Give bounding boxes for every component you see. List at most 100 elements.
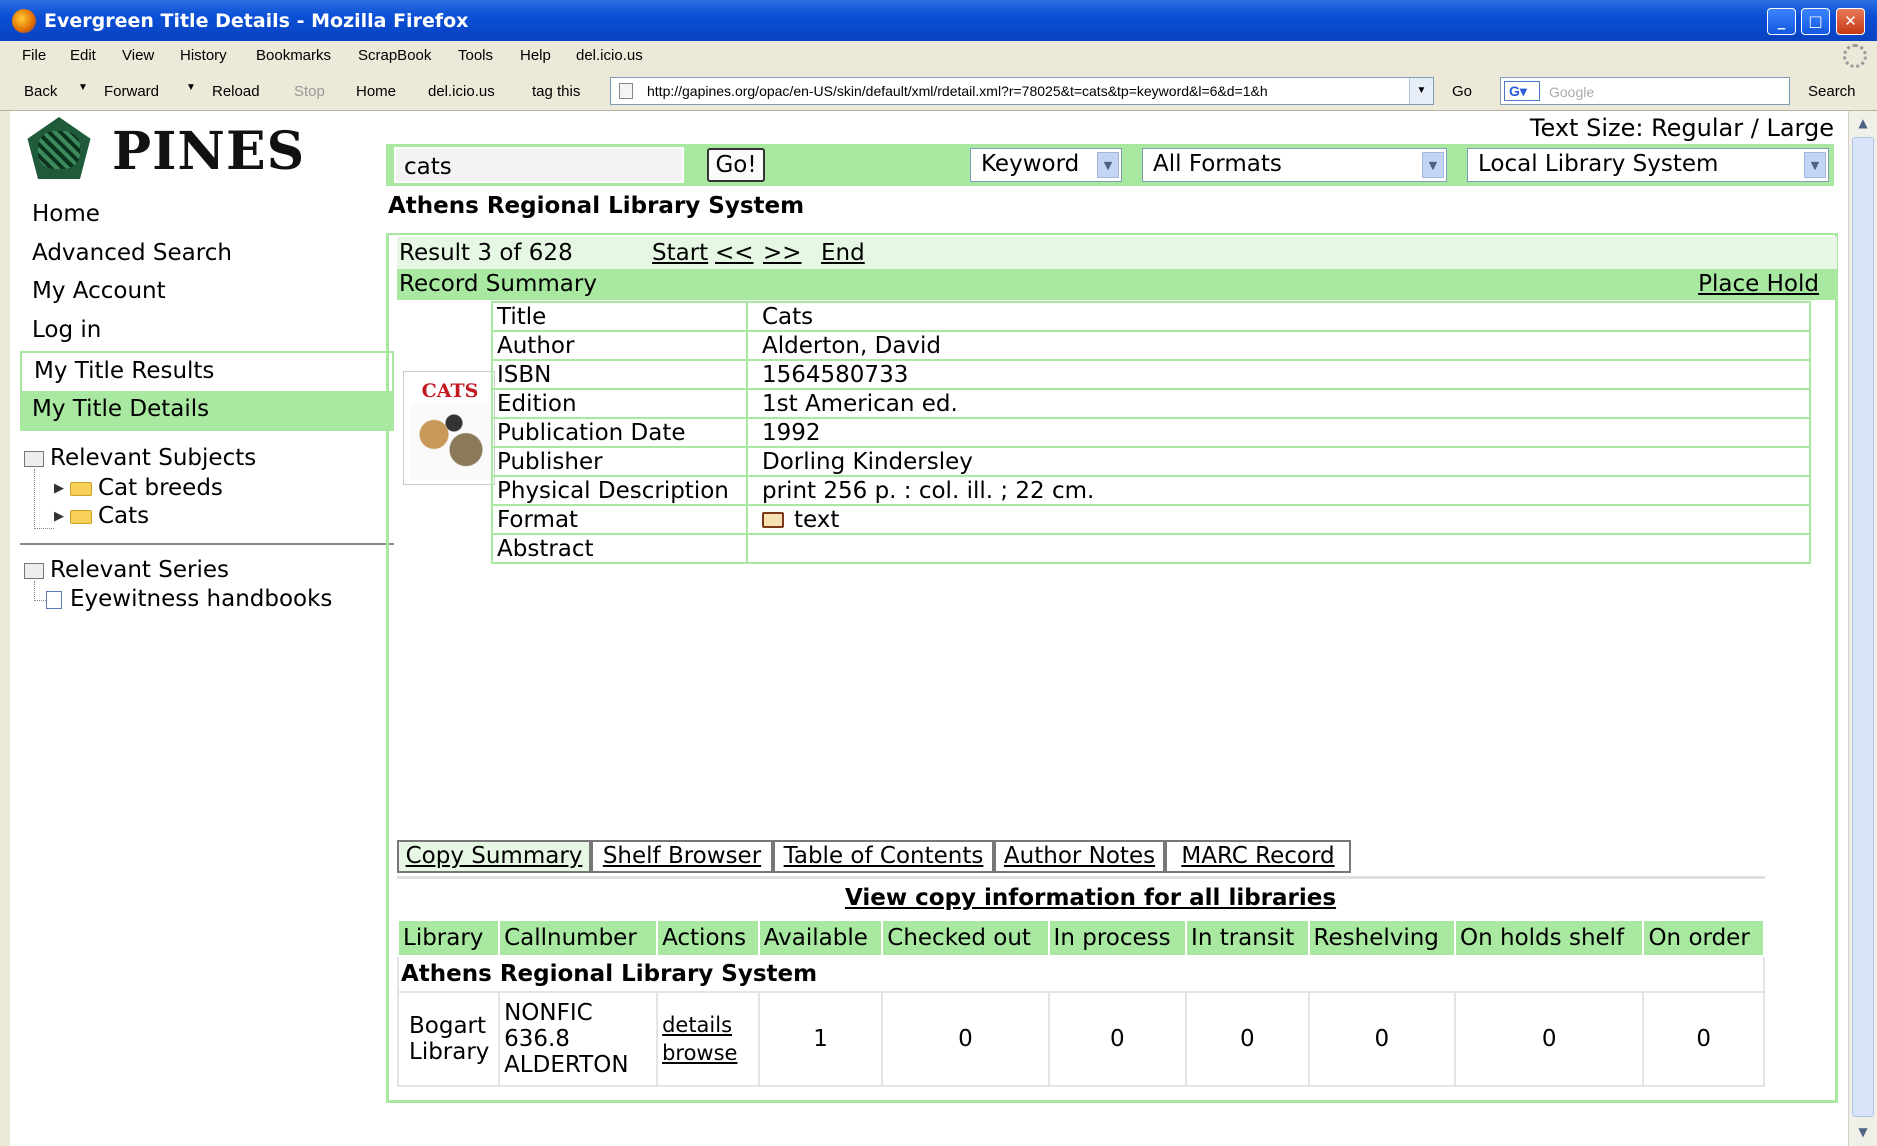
url-bar[interactable]: http://gapines.org/opac/en-US/skin/defau… [610, 77, 1434, 105]
series-item[interactable]: Eyewitness handbooks [46, 586, 332, 612]
home-button[interactable]: Home [356, 83, 396, 100]
in-process-count: 0 [1047, 991, 1188, 1087]
back-button[interactable]: Back [24, 83, 57, 100]
tab-marc-record[interactable]: MARC Record [1165, 840, 1351, 873]
menu-file[interactable]: File [22, 47, 46, 64]
nav-home[interactable]: Home [32, 201, 100, 227]
view-all-libraries-link[interactable]: View copy information for all libraries [845, 885, 1336, 911]
tree-icon [24, 450, 44, 467]
field-value: 1564580733 [746, 359, 1811, 390]
result-next-link[interactable]: >> [763, 240, 802, 266]
format-cell: text [746, 504, 1811, 535]
scope-select[interactable]: Local Library System ▼ [1467, 148, 1829, 182]
search-type-select[interactable]: Keyword ▼ [970, 148, 1122, 182]
scroll-down-icon[interactable]: ▼ [1853, 1122, 1873, 1142]
place-hold-link[interactable]: Place Hold [1698, 271, 1819, 297]
nav-my-title-details[interactable]: My Title Details [20, 391, 394, 431]
field-label: Format [491, 504, 748, 535]
table-row: Physical Description print 256 p. : col. … [491, 475, 1811, 506]
column-header: Callnumber [498, 919, 659, 957]
firefox-icon [12, 9, 36, 33]
search-button[interactable]: Search [1808, 83, 1856, 100]
url-text[interactable]: http://gapines.org/opac/en-US/skin/defau… [647, 83, 1407, 99]
book-cover-image[interactable]: CATS [403, 371, 495, 485]
table-row: Publisher Dorling Kindersley [491, 446, 1811, 477]
field-value: 1992 [746, 417, 1811, 448]
logo-text: PINES [112, 121, 306, 182]
column-header: In process [1047, 919, 1188, 957]
forward-button[interactable]: Forward [104, 83, 159, 100]
expand-arrow-icon[interactable]: ▶ [54, 481, 64, 496]
menu-view[interactable]: View [122, 47, 154, 64]
vertical-scrollbar[interactable]: ▲ ▼ [1848, 111, 1877, 1146]
menu-scrapbook[interactable]: ScrapBook [358, 47, 431, 64]
search-input[interactable]: cats [394, 147, 684, 183]
result-start-link[interactable]: Start [652, 240, 708, 266]
scroll-up-icon[interactable]: ▲ [1853, 113, 1873, 133]
menu-edit[interactable]: Edit [70, 47, 96, 64]
browse-link[interactable]: browse [662, 1039, 757, 1067]
pinecone-icon [27, 117, 91, 179]
column-header: Checked out [881, 919, 1050, 957]
subject-label[interactable]: Cat breeds [98, 475, 223, 501]
sidebar-divider [20, 543, 394, 545]
format-select[interactable]: All Formats ▼ [1142, 148, 1447, 182]
menu-bar: File Edit View History Bookmarks ScrapBo… [0, 41, 1877, 71]
reload-button[interactable]: Reload [212, 83, 260, 100]
url-dropdown-icon[interactable]: ▼ [1409, 78, 1433, 104]
subject-item[interactable]: ▶ Cat breeds [54, 475, 223, 501]
menu-bookmarks[interactable]: Bookmarks [256, 47, 331, 64]
delicious-button[interactable]: del.icio.us [428, 83, 495, 100]
column-header: Actions [656, 919, 760, 957]
tab-table-of-contents[interactable]: Table of Contents [773, 840, 994, 873]
library-group-row: Athens Regional Library System [397, 955, 1765, 993]
nav-my-title-results[interactable]: My Title Results [20, 351, 394, 391]
checked-out-count: 0 [881, 991, 1050, 1087]
web-search-placeholder: Google [1549, 84, 1595, 100]
series-label[interactable]: Eyewitness handbooks [70, 586, 332, 612]
tab-author-notes[interactable]: Author Notes [994, 840, 1165, 873]
maximize-button[interactable]: □ [1801, 8, 1830, 35]
web-search-input[interactable]: G▾ Google [1500, 77, 1790, 105]
table-row: Title Cats [491, 301, 1811, 332]
search-go-button[interactable]: Go! [707, 148, 765, 182]
callnumber-line: NONFIC [504, 1000, 593, 1026]
result-prev-link[interactable]: << [715, 240, 754, 266]
nav-advanced-search[interactable]: Advanced Search [32, 240, 232, 266]
result-end-link[interactable]: End [821, 240, 865, 266]
book-icon [762, 512, 784, 528]
tab-copy-summary[interactable]: Copy Summary [397, 840, 591, 873]
stop-button[interactable]: Stop [294, 83, 325, 100]
details-link[interactable]: details [662, 1011, 757, 1039]
nav-log-in[interactable]: Log in [32, 317, 101, 343]
field-label: Publisher [491, 446, 748, 477]
menu-history[interactable]: History [180, 47, 227, 64]
menu-delicious[interactable]: del.icio.us [576, 47, 643, 64]
scrollbar-thumb[interactable] [1852, 137, 1874, 1117]
tag-this-button[interactable]: tag this [532, 83, 580, 100]
table-header-row: Library Callnumber Actions Available Che… [396, 919, 1765, 957]
minimize-button[interactable]: _ [1767, 8, 1796, 35]
google-engine-icon[interactable]: G▾ [1504, 81, 1540, 101]
table-row: Edition 1st American ed. [491, 388, 1811, 419]
subject-label[interactable]: Cats [98, 503, 149, 529]
library-cell: Bogart Library [396, 991, 501, 1087]
nav-my-account[interactable]: My Account [32, 278, 166, 304]
expand-arrow-icon[interactable]: ▶ [54, 509, 64, 524]
tree-connector [34, 469, 54, 529]
pines-logo[interactable]: PINES [20, 117, 320, 187]
back-dropdown-icon[interactable]: ▼ [78, 82, 88, 93]
menu-help[interactable]: Help [520, 47, 551, 64]
record-summary-title: Record Summary [399, 271, 597, 297]
subject-item[interactable]: ▶ Cats [54, 503, 149, 529]
close-button[interactable]: ✕ [1836, 8, 1865, 35]
text-size-control[interactable]: Text Size: Regular / Large [1530, 114, 1834, 142]
tab-shelf-browser[interactable]: Shelf Browser [591, 840, 773, 873]
go-button[interactable]: Go [1452, 83, 1472, 100]
menu-tools[interactable]: Tools [458, 47, 493, 64]
scope-value: Local Library System [1478, 151, 1719, 177]
forward-dropdown-icon[interactable]: ▼ [186, 82, 196, 93]
folder-icon [70, 481, 92, 496]
tree-icon [24, 562, 44, 579]
window-border [0, 111, 10, 1146]
